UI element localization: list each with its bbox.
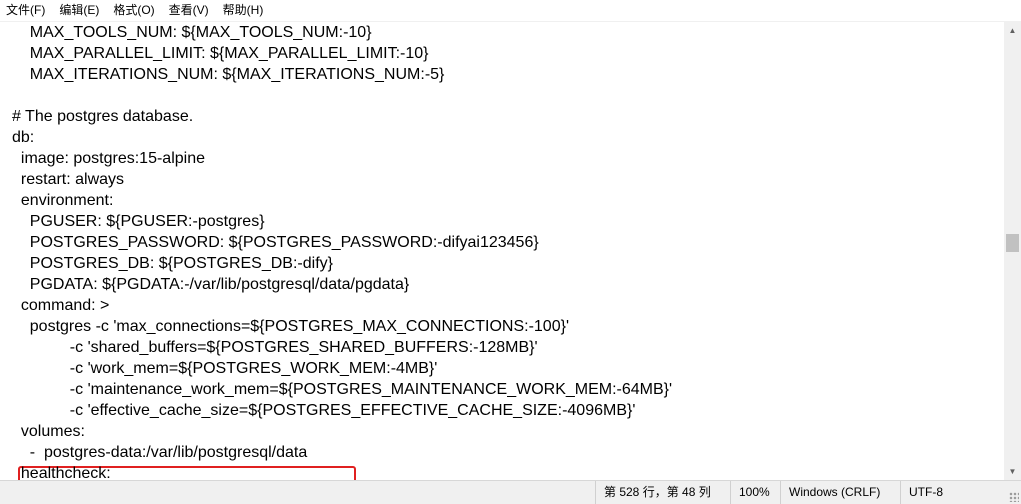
status-encoding: UTF-8	[900, 481, 1021, 504]
menu-edit[interactable]: 编辑(E)	[53, 0, 107, 21]
editor-line: MAX_TOOLS_NUM: ${MAX_TOOLS_NUM:-10}	[12, 24, 372, 41]
menu-file[interactable]: 文件(F)	[0, 0, 53, 21]
status-line-ending: Windows (CRLF)	[780, 481, 900, 504]
menu-help[interactable]: 帮助(H)	[217, 0, 272, 21]
scroll-down-arrow-icon[interactable]: ▼	[1004, 463, 1021, 480]
scroll-up-arrow-icon[interactable]: ▲	[1004, 22, 1021, 39]
editor-line: -c 'maintenance_work_mem=${POSTGRES_MAIN…	[12, 381, 673, 398]
editor-line: image: postgres:15-alpine	[12, 150, 205, 167]
status-zoom: 100%	[730, 481, 780, 504]
editor-line: - postgres-data:/var/lib/postgresql/data	[12, 444, 308, 461]
editor-line: restart: always	[12, 171, 125, 188]
editor-line: MAX_PARALLEL_LIMIT: ${MAX_PARALLEL_LIMIT…	[12, 45, 429, 62]
resize-grip-icon[interactable]	[1009, 492, 1019, 502]
editor-line: -c 'work_mem=${POSTGRES_WORK_MEM:-4MB}'	[12, 360, 438, 377]
vertical-scrollbar[interactable]: ▲ ▼	[1004, 22, 1021, 480]
editor-line: -c 'shared_buffers=${POSTGRES_SHARED_BUF…	[12, 339, 538, 356]
text-editor-area[interactable]: MAX_TOOLS_NUM: ${MAX_TOOLS_NUM:-10} MAX_…	[0, 22, 1004, 480]
editor-line: command: >	[12, 297, 110, 314]
editor-line: PGUSER: ${PGUSER:-postgres}	[12, 213, 265, 230]
editor-line: PGDATA: ${PGDATA:-/var/lib/postgresql/da…	[12, 276, 410, 293]
editor-line: db:	[12, 129, 35, 146]
scroll-thumb[interactable]	[1006, 234, 1019, 252]
editor-line: POSTGRES_PASSWORD: ${POSTGRES_PASSWORD:-…	[12, 234, 539, 251]
editor-line: POSTGRES_DB: ${POSTGRES_DB:-dify}	[12, 255, 333, 272]
editor-line: volumes:	[12, 423, 85, 440]
editor-line: environment:	[12, 192, 114, 209]
status-bar: 第 528 行，第 48 列 100% Windows (CRLF) UTF-8	[0, 480, 1021, 504]
menu-format[interactable]: 格式(O)	[107, 0, 162, 21]
editor-line: healthcheck:	[12, 465, 111, 480]
status-cursor-position: 第 528 行，第 48 列	[595, 481, 730, 504]
editor-line: -c 'effective_cache_size=${POSTGRES_EFFE…	[12, 402, 636, 419]
editor-line: postgres -c 'max_connections=${POSTGRES_…	[12, 318, 569, 335]
menu-view[interactable]: 查看(V)	[163, 0, 217, 21]
editor-line: # The postgres database.	[12, 108, 194, 125]
editor-line: MAX_ITERATIONS_NUM: ${MAX_ITERATIONS_NUM…	[12, 66, 445, 83]
menu-bar: 文件(F) 编辑(E) 格式(O) 查看(V) 帮助(H)	[0, 0, 1021, 22]
